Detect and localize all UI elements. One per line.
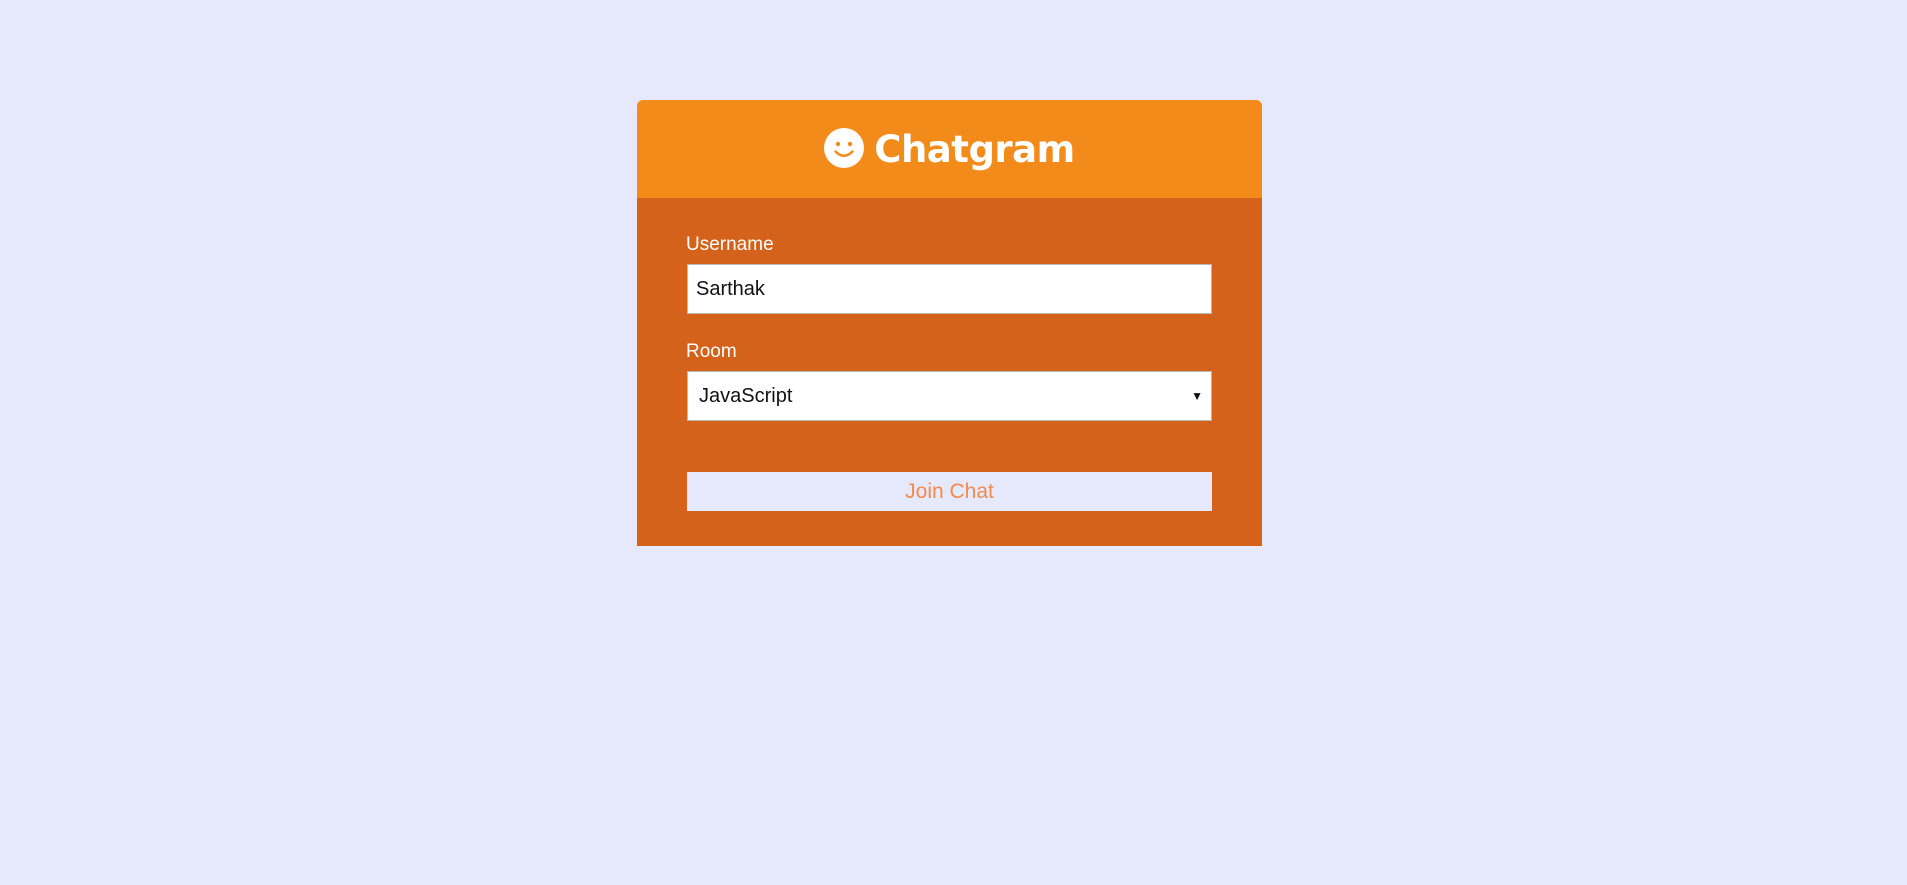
username-field-group: Username xyxy=(686,234,1212,314)
smiley-face-icon xyxy=(824,128,865,168)
join-chat-button[interactable]: Join Chat xyxy=(687,472,1212,511)
room-field-group: Room JavaScript ▼ xyxy=(686,341,1212,421)
room-select[interactable]: JavaScript ▼ xyxy=(687,371,1212,421)
join-form: Username Room JavaScript ▼ Join Chat xyxy=(637,198,1262,546)
join-card: Chatgram Username Room JavaScript ▼ Join… xyxy=(637,100,1262,546)
room-label: Room xyxy=(686,341,737,362)
room-select-value: JavaScript xyxy=(699,385,793,407)
dropdown-arrow-icon: ▼ xyxy=(1191,389,1203,403)
app-title: Chatgram xyxy=(874,127,1075,171)
join-header: Chatgram xyxy=(637,100,1262,198)
username-input[interactable] xyxy=(687,264,1212,314)
username-label: Username xyxy=(686,234,774,255)
